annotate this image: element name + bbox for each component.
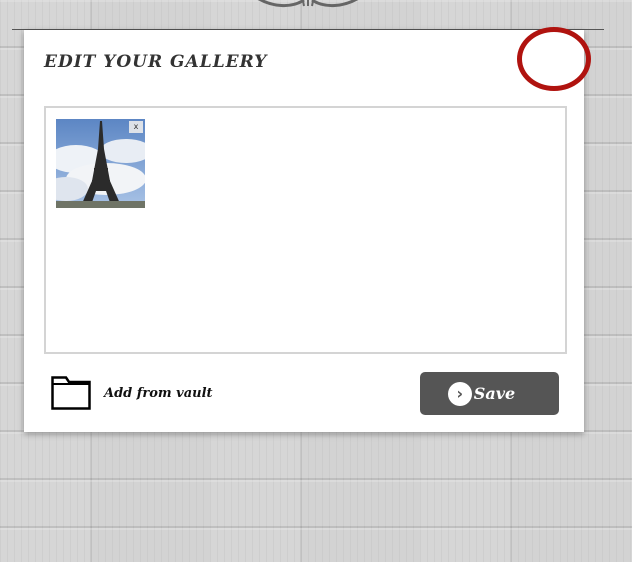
dialog-title: EDIT YOUR GALLERY <box>44 52 268 72</box>
edit-gallery-dialog: EDIT YOUR GALLERY x Add from vault › Sav… <box>24 27 591 432</box>
save-label: Save <box>473 384 516 403</box>
arrow-right-circle-icon: › <box>447 381 472 406</box>
save-button[interactable]: › Save <box>420 372 559 415</box>
decorative-ornament <box>257 0 359 7</box>
add-from-vault-button[interactable]: Add from vault <box>51 376 213 410</box>
folder-icon <box>51 376 91 410</box>
close-button[interactable] <box>517 27 591 91</box>
add-from-vault-label: Add from vault <box>104 385 213 401</box>
remove-photo-button[interactable]: x <box>129 121 143 133</box>
gallery-photo-thumbnail[interactable]: x <box>56 119 145 208</box>
gallery-area: x <box>44 106 567 354</box>
